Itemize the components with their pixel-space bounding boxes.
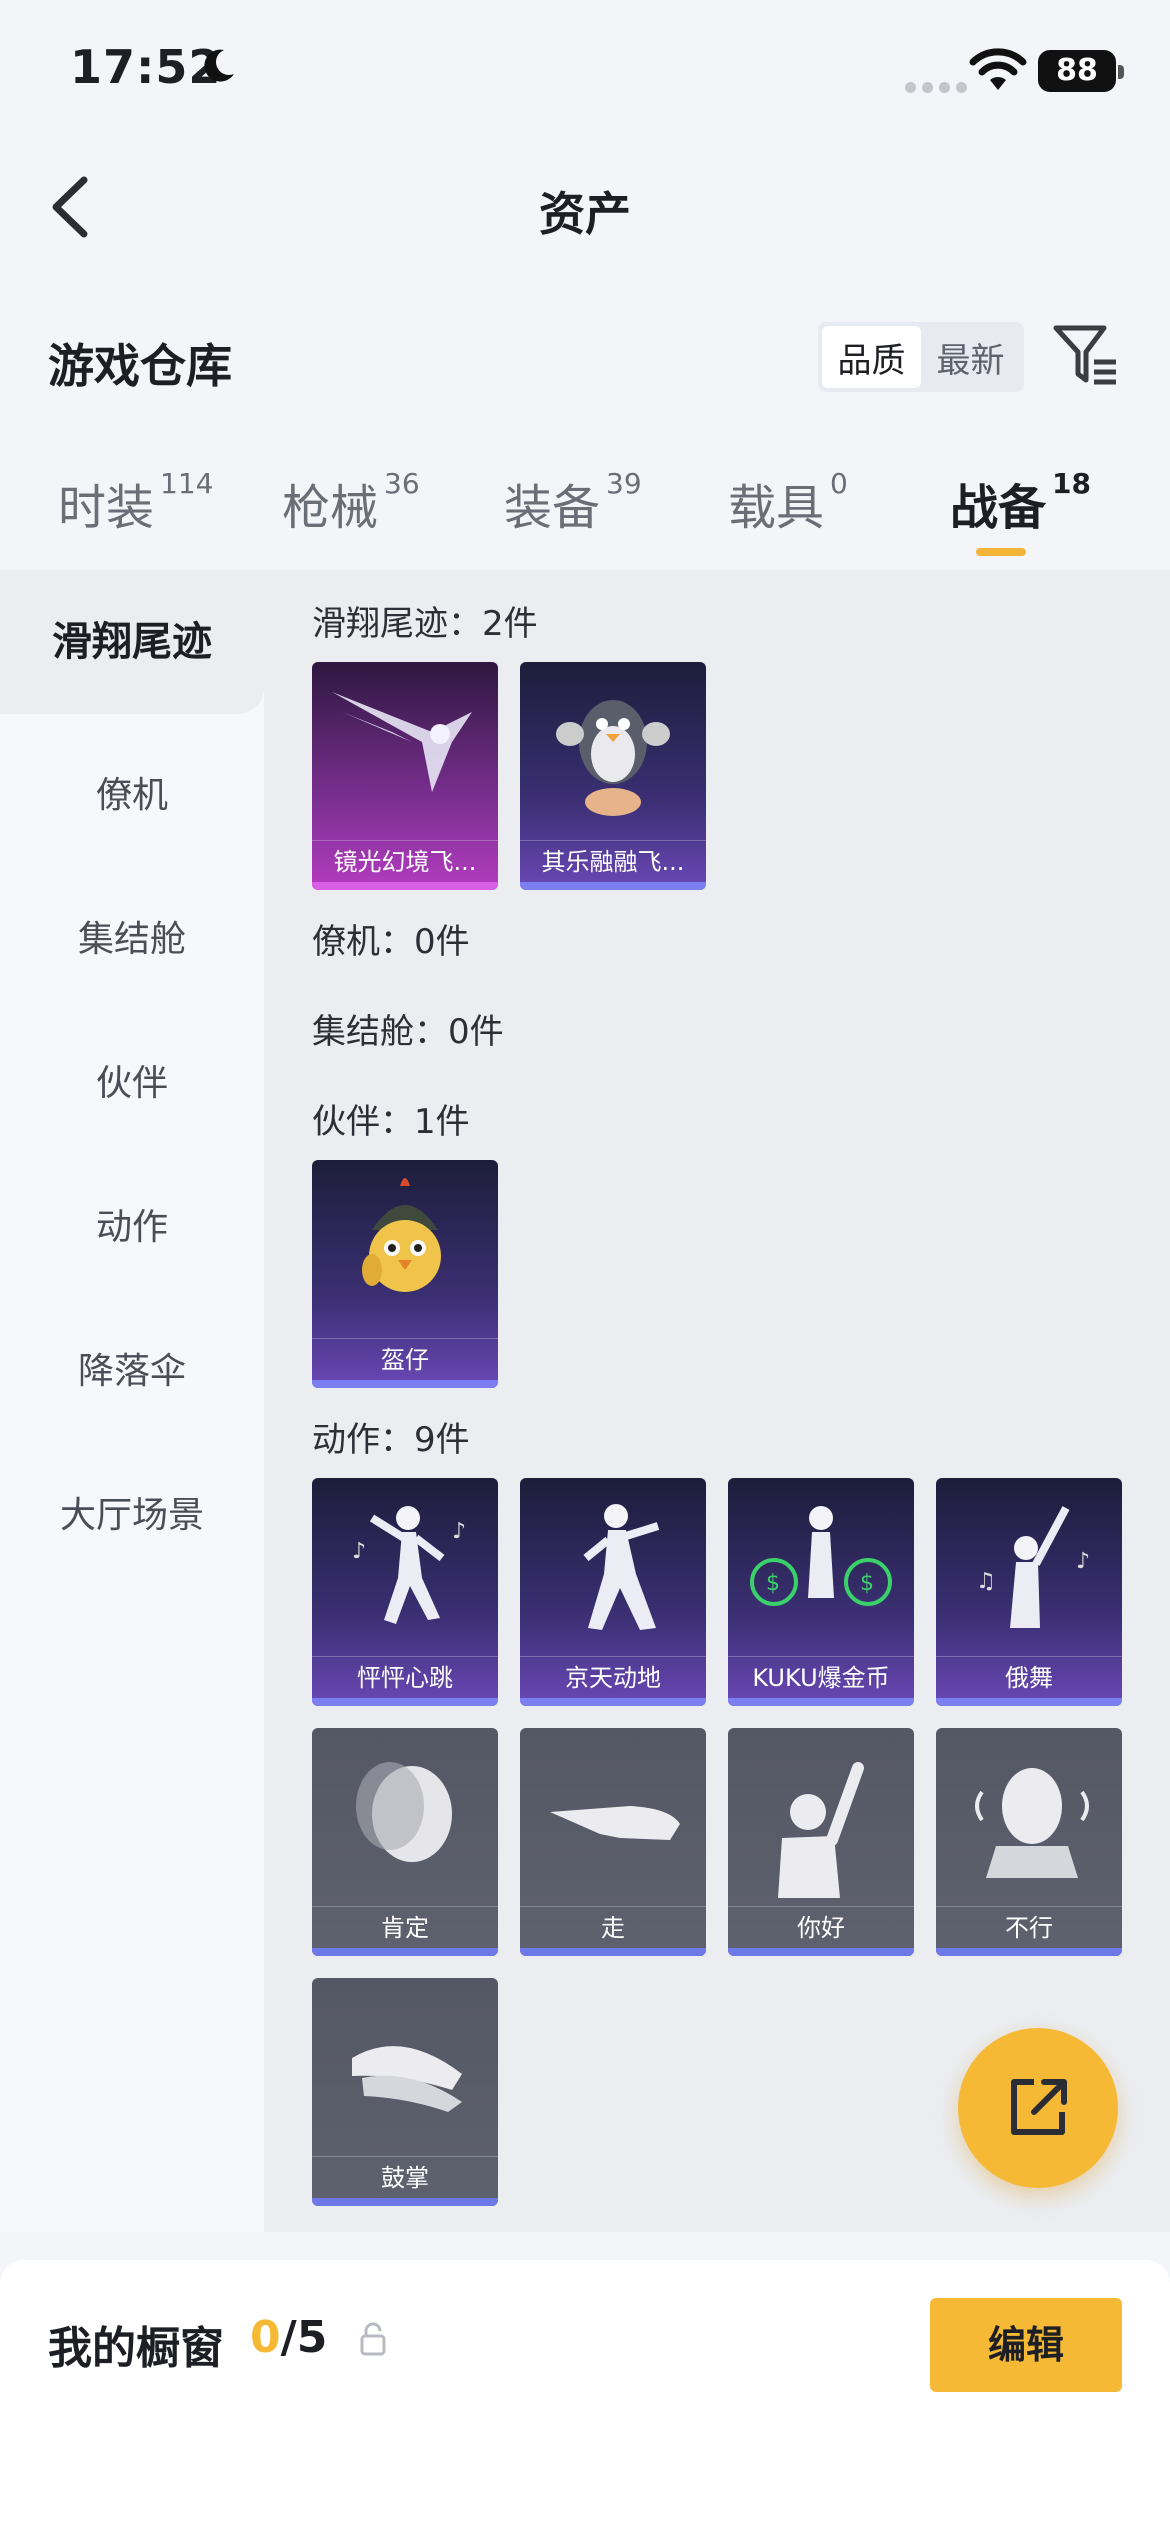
rarity-bar [936, 1948, 1122, 1956]
page-title: 资产 [539, 187, 631, 241]
sidebar-item-lobby-scene[interactable]: 大厅场景 [0, 1486, 264, 1538]
share-icon [1011, 2079, 1067, 2135]
item-card[interactable]: 鼓掌 [312, 1978, 498, 2206]
item-label: 俄舞 [936, 1656, 1122, 1698]
item-card[interactable]: 走 [520, 1728, 706, 1956]
sidebar-item-emote[interactable]: 动作 [0, 1198, 264, 1250]
item-card[interactable]: 不行 [936, 1728, 1122, 1956]
shake-head-icon [975, 1768, 1089, 1878]
item-label: 其乐融融飞... [520, 840, 706, 882]
nav-bar: 资产 [0, 150, 1170, 260]
content-area: 滑翔尾迹 僚机 集结舱 伙伴 动作 降落伞 大厅场景 滑翔尾迹：2件 镜光幻境飞… [0, 570, 1170, 2232]
filter-icon[interactable] [1052, 322, 1120, 388]
sort-latest-button[interactable]: 最新 [921, 326, 1020, 388]
item-label: 镜光幻境飞... [312, 840, 498, 882]
showcase-bar: 我的橱窗 0/5 编辑 [0, 2260, 1170, 2532]
rarity-bar [312, 1698, 498, 1706]
wifi-icon [969, 48, 1027, 90]
sidebar-item-glide-trail[interactable]: 滑翔尾迹 [0, 570, 264, 714]
status-bar: 17:52 88 [0, 0, 1170, 140]
tab-guns[interactable]: 枪械 36 [282, 467, 420, 538]
group-title-emote: 动作：9件 [312, 1420, 470, 1460]
item-label: 肯定 [312, 1906, 498, 1948]
item-label: 你好 [728, 1906, 914, 1948]
tab-battle-prep[interactable]: 战备 18 [950, 467, 1091, 556]
rarity-bar [728, 1698, 914, 1706]
svg-text:♪: ♪ [352, 1539, 366, 1564]
svg-text:$: $ [766, 1571, 780, 1596]
svg-text:$: $ [860, 1571, 874, 1596]
group-title-partner: 伙伴：1件 [312, 1102, 470, 1142]
lock-icon [360, 2322, 386, 2356]
group-title-assembly-pod: 集结舱：0件 [312, 1012, 504, 1052]
sidebar: 滑翔尾迹 僚机 集结舱 伙伴 动作 降落伞 大厅场景 [0, 570, 264, 2232]
chick-helmet-icon [362, 1178, 441, 1292]
svg-text:♫: ♫ [976, 1569, 996, 1594]
svg-text:♪: ♪ [1076, 1549, 1090, 1574]
item-label: 不行 [936, 1906, 1122, 1948]
sort-quality-button[interactable]: 品质 [822, 326, 921, 388]
rarity-bar [312, 1380, 498, 1388]
sidebar-item-wingman[interactable]: 僚机 [0, 766, 264, 818]
dance-pose-icon [583, 1504, 660, 1630]
item-card[interactable]: 肯定 [312, 1728, 498, 1956]
item-card[interactable]: 你好 [728, 1728, 914, 1956]
item-label: KUKU爆金币 [728, 1656, 914, 1698]
share-button[interactable] [958, 2028, 1118, 2188]
item-card[interactable]: 盔仔 [312, 1160, 498, 1388]
dance-pose-icon: ♫♪ [976, 1506, 1090, 1628]
group-title-glide-trail: 滑翔尾迹：2件 [312, 604, 538, 644]
penguin-icon [556, 700, 670, 816]
group-title-wingman: 僚机：0件 [312, 922, 470, 962]
item-label: 怦怦心跳 [312, 1656, 498, 1698]
item-card[interactable]: ♫ ♪ 俄舞 [936, 1478, 1122, 1706]
item-card[interactable]: ♪ ♪ 怦怦心跳 [312, 1478, 498, 1706]
sidebar-item-parachute[interactable]: 降落伞 [0, 1342, 264, 1394]
rarity-bar [520, 1698, 706, 1706]
clap-hands-icon [352, 2046, 462, 2112]
sidebar-item-assembly-pod[interactable]: 集结舱 [0, 910, 264, 962]
item-card[interactable]: 其乐融融飞... [520, 662, 706, 890]
item-label: 盔仔 [312, 1338, 498, 1380]
item-label: 走 [520, 1906, 706, 1948]
rarity-bar [728, 1948, 914, 1956]
section-title: 游戏仓库 [48, 339, 232, 393]
showcase-count: 0/5 [250, 2312, 328, 2363]
rarity-bar [312, 1948, 498, 1956]
item-label: 京天动地 [520, 1656, 706, 1698]
item-label: 鼓掌 [312, 2156, 498, 2198]
dance-pose-icon: ♪♪ [352, 1506, 466, 1624]
rarity-bar [936, 1698, 1122, 1706]
category-tabs: 时装 114 枪械 36 装备 39 载具 0 战备 18 [0, 467, 1170, 568]
tab-fashion[interactable]: 时装 114 [58, 467, 213, 538]
sort-toggle: 品质 最新 [818, 322, 1024, 392]
rarity-bar [312, 882, 498, 890]
rarity-bar [520, 882, 706, 890]
pointing-hand-icon [550, 1806, 680, 1840]
nod-head-icon [356, 1762, 452, 1862]
showcase-label: 我的橱窗 [48, 2323, 224, 2374]
wave-hand-icon [778, 1762, 864, 1898]
item-card[interactable]: 京天动地 [520, 1478, 706, 1706]
svg-text:♪: ♪ [452, 1519, 466, 1544]
money-bag-icon: $ $ [750, 1506, 892, 1606]
tab-equipment[interactable]: 装备 39 [504, 467, 642, 538]
battery-icon: 88 [1038, 50, 1124, 92]
moon-icon [204, 49, 234, 82]
item-card[interactable]: 镜光幻境飞... [312, 662, 498, 890]
tab-vehicles[interactable]: 载具 0 [728, 467, 848, 538]
edit-button[interactable]: 编辑 [930, 2298, 1122, 2392]
rarity-bar [312, 2198, 498, 2206]
signal-dots-icon [905, 82, 967, 93]
rarity-bar [520, 1948, 706, 1956]
wing-trail-icon [332, 692, 472, 792]
sidebar-item-partner[interactable]: 伙伴 [0, 1054, 264, 1106]
active-tab-indicator [976, 548, 1026, 556]
item-card[interactable]: $ $ KUKU爆金币 [728, 1478, 914, 1706]
